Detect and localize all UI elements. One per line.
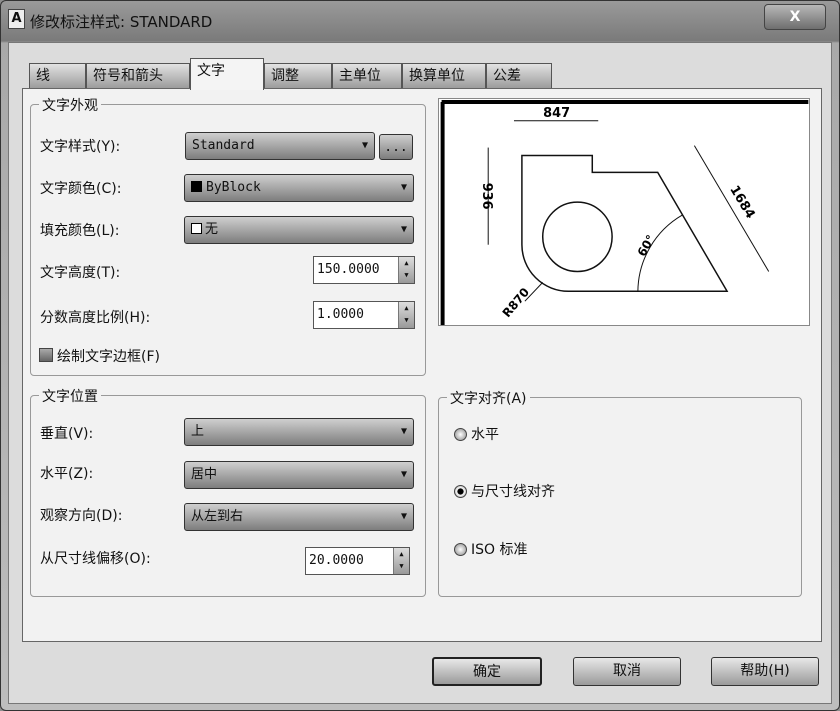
draw-frame-label: 绘制文字边框(F) — [57, 349, 160, 365]
text-color-select[interactable]: ByBlock ▼ — [184, 174, 414, 202]
text-style-select[interactable]: Standard ▼ — [185, 132, 375, 160]
tab-lines[interactable]: 线 — [29, 63, 86, 89]
view-direction-value: 从左到右 — [191, 509, 244, 524]
draw-frame-checkbox[interactable] — [39, 348, 53, 362]
dim-text-left: 936 — [479, 183, 494, 210]
browse-button[interactable]: ... — [379, 134, 413, 160]
color-swatch — [191, 223, 202, 234]
offset-label: 从尺寸线偏移(O): — [40, 551, 151, 567]
radio-aligned-label: 与尺寸线对齐 — [471, 484, 555, 500]
chevron-down-icon: ▼ — [400, 511, 407, 522]
radio-iso-label: ISO 标准 — [471, 542, 528, 558]
tab-alternate-units[interactable]: 换算单位 — [402, 63, 486, 89]
preview-shape — [521, 154, 729, 293]
fill-color-label: 填充颜色(L): — [40, 223, 120, 239]
app-icon: A — [8, 9, 25, 29]
color-swatch — [191, 181, 202, 192]
fill-color-value: 无 — [205, 222, 219, 237]
offset-value: 20.0000 — [309, 553, 364, 568]
dim-text-top: 847 — [543, 106, 570, 121]
tab-tolerances[interactable]: 公差 — [486, 63, 552, 89]
text-height-input[interactable]: 150.0000 ▲ ▼ — [313, 256, 415, 284]
text-color-value: ByBlock — [206, 180, 261, 195]
group-title: 文字外观 — [39, 95, 101, 115]
cancel-button[interactable]: 取消 — [573, 657, 681, 686]
view-direction-select[interactable]: 从左到右 ▼ — [184, 503, 414, 531]
radio-horizontal-label: 水平 — [471, 427, 499, 443]
group-title: 文字对齐(A) — [447, 388, 530, 408]
dim-text-radius: R870 — [500, 285, 533, 320]
horizontal-value: 居中 — [191, 467, 218, 482]
chevron-down-icon: ▼ — [400, 426, 407, 437]
text-height-value: 150.0000 — [317, 262, 380, 277]
spinner-arrows-icon[interactable]: ▲ ▼ — [398, 257, 414, 283]
spinner-arrows-icon[interactable]: ▲ ▼ — [398, 302, 414, 328]
text-height-label: 文字高度(T): — [40, 265, 121, 281]
fraction-scale-label: 分数高度比例(H): — [40, 310, 151, 326]
chevron-down-icon: ▼ — [400, 469, 407, 480]
dim-text-angle: 60° — [635, 232, 658, 258]
chevron-down-icon: ▼ — [400, 224, 407, 235]
ok-button[interactable]: 确定 — [432, 657, 542, 686]
radio-aligned-with-dim-line[interactable] — [454, 485, 467, 498]
view-direction-label: 观察方向(D): — [40, 508, 123, 524]
fraction-scale-value: 1.0000 — [317, 307, 364, 322]
offset-input[interactable]: 20.0000 ▲ ▼ — [305, 547, 410, 575]
fraction-scale-input[interactable]: 1.0000 ▲ ▼ — [313, 301, 415, 329]
horizontal-label: 水平(Z): — [40, 466, 94, 482]
chevron-down-icon: ▼ — [400, 182, 407, 193]
vertical-label: 垂直(V): — [40, 426, 94, 442]
dim-line-diagonal — [693, 145, 770, 272]
tab-fit[interactable]: 调整 — [264, 63, 332, 89]
vertical-select[interactable]: 上 ▼ — [184, 418, 414, 446]
radio-iso-standard[interactable] — [454, 543, 467, 556]
tab-primary-units[interactable]: 主单位 — [332, 63, 402, 89]
group-title: 文字位置 — [39, 386, 101, 406]
preview-circle — [541, 201, 613, 273]
text-style-label: 文字样式(Y): — [40, 139, 121, 155]
help-button[interactable]: 帮助(H) — [711, 657, 819, 686]
chevron-down-icon: ▼ — [361, 140, 368, 151]
dim-text-diagonal: 1684 — [726, 183, 757, 221]
window-title: 修改标注样式: STANDARD — [30, 13, 213, 31]
radio-horizontal[interactable] — [454, 428, 467, 441]
spinner-arrows-icon[interactable]: ▲ ▼ — [393, 548, 409, 574]
tab-symbols-arrows[interactable]: 符号和箭头 — [86, 63, 190, 89]
close-button[interactable]: X — [764, 4, 826, 30]
text-color-label: 文字颜色(C): — [40, 181, 122, 197]
text-style-value: Standard — [192, 138, 255, 153]
fill-color-select[interactable]: 无 ▼ — [184, 216, 414, 244]
horizontal-select[interactable]: 居中 ▼ — [184, 461, 414, 489]
vertical-value: 上 — [191, 424, 205, 439]
tab-text[interactable]: 文字 — [190, 58, 264, 90]
dimension-preview: 847 936 1684 60° R870 — [438, 98, 810, 326]
